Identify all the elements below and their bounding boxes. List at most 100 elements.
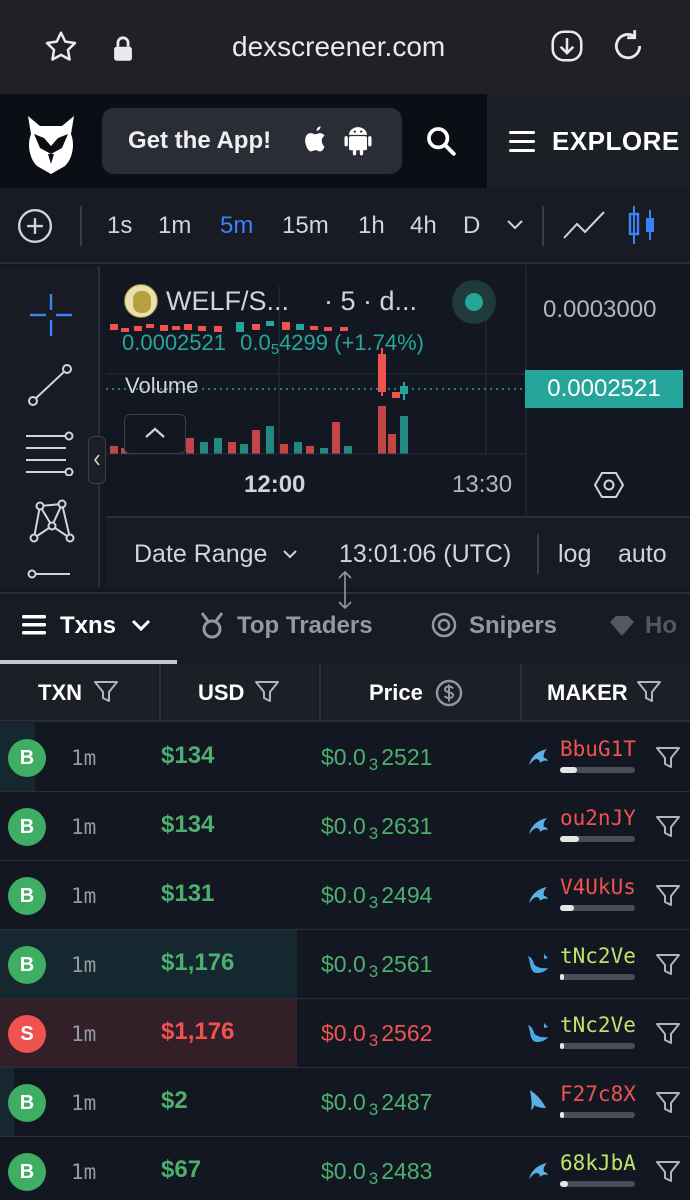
table-row[interactable]: S 1m $1,176 $0.0 3 2562 tNc2Ve (0, 999, 690, 1068)
dollar-circle-icon[interactable] (434, 678, 464, 708)
search-icon[interactable] (424, 124, 458, 158)
table-row[interactable]: B 1m $67 $0.0 3 2483 68kJbA (0, 1137, 690, 1200)
timeframe-15m[interactable]: 15m (282, 212, 329, 240)
maker-address[interactable]: F27c8X (560, 1082, 636, 1106)
reload-icon[interactable] (608, 26, 648, 66)
ohlc-readout: 0.0002521 0.054299 (+1.74%) (122, 330, 424, 358)
whale-icon (528, 954, 548, 973)
column-header-price[interactable]: Price (369, 680, 423, 706)
filter-icon[interactable] (254, 679, 280, 705)
filter-icon[interactable] (655, 1021, 681, 1047)
filter-icon[interactable] (655, 952, 681, 978)
line-chart-icon[interactable] (562, 208, 606, 242)
column-header-usd[interactable]: USD (198, 680, 244, 706)
maker-address[interactable]: tNc2Ve (560, 1013, 636, 1037)
pair-label[interactable]: WELF/S... (166, 286, 289, 317)
tab-holders[interactable]: Ho (645, 612, 677, 640)
tab-txns[interactable]: Txns (60, 612, 116, 640)
fib-icon[interactable] (24, 430, 76, 476)
tab-top-traders[interactable]: Top Traders (237, 612, 373, 640)
download-icon[interactable] (548, 27, 586, 65)
chevron-left-icon (93, 454, 100, 466)
txn-usd: $2 (161, 1087, 188, 1114)
timeframe-1s[interactable]: 1s (107, 212, 132, 240)
filter-icon[interactable] (655, 745, 681, 771)
chevron-down-icon[interactable] (282, 548, 298, 560)
android-icon[interactable] (342, 122, 374, 158)
filter-icon[interactable] (93, 679, 119, 705)
tab-snipers[interactable]: Snipers (469, 612, 557, 640)
dolphin-icon (529, 749, 548, 765)
table-row[interactable]: B 1m $134 $0.0 3 2521 BbuG1T (0, 723, 690, 792)
txn-age: 1m (71, 746, 97, 770)
collapse-volume-button[interactable] (124, 414, 186, 454)
txn-usd: $134 (161, 742, 215, 769)
maker-holdings-bar (560, 1112, 635, 1118)
buy-badge: B (8, 946, 46, 984)
live-indicator (452, 280, 496, 324)
txn-age: 1m (71, 953, 97, 977)
timeframe-1m[interactable]: 1m (158, 212, 191, 240)
divider (537, 534, 539, 574)
filter-icon[interactable] (655, 1090, 681, 1116)
crosshair-icon[interactable] (28, 292, 74, 338)
sell-badge: S (8, 1015, 46, 1053)
timeframe-d[interactable]: D (463, 212, 480, 240)
table-row[interactable]: B 1m $131 $0.0 3 2494 V4UkUs (0, 861, 690, 930)
interval-label: · 5 · d... (324, 286, 418, 316)
token-logo (124, 284, 158, 318)
log-toggle[interactable]: log (558, 540, 591, 569)
explore-button[interactable]: EXPLORE (487, 94, 690, 188)
time-axis-label: 12:00 (244, 471, 306, 498)
chevron-down-icon[interactable] (505, 217, 525, 233)
maker-address[interactable]: V4UkUs (560, 875, 636, 899)
shark-icon (530, 1090, 546, 1110)
txn-price: $0.0 3 2562 (321, 1020, 433, 1050)
star-icon[interactable] (42, 28, 80, 66)
maker-address[interactable]: 68kJbA (560, 1151, 636, 1175)
timeframe-1h[interactable]: 1h (358, 212, 385, 240)
trendline-icon[interactable] (26, 362, 74, 408)
table-row[interactable]: B 1m $2 $0.0 3 2487 F27c8X (0, 1068, 690, 1137)
time-axis-label: 13:30 (452, 471, 513, 498)
plus-circle-icon[interactable] (16, 207, 54, 245)
maker-address[interactable]: tNc2Ve (560, 944, 636, 968)
timeframe-5m[interactable]: 5m (220, 212, 253, 240)
filter-icon[interactable] (655, 814, 681, 840)
txn-age: 1m (71, 815, 97, 839)
date-range-button[interactable]: Date Range (134, 540, 267, 569)
auto-toggle[interactable]: auto (618, 540, 667, 569)
maker-holdings-bar (560, 836, 635, 842)
txn-price: $0.0 3 2561 (321, 951, 433, 981)
table-row[interactable]: B 1m $1,176 $0.0 3 2561 tNc2Ve (0, 930, 690, 999)
resize-handle-icon[interactable] (332, 570, 358, 610)
filter-icon[interactable] (655, 1159, 681, 1185)
collapse-toolbar-button[interactable] (88, 436, 106, 484)
tool-partial-icon[interactable] (26, 568, 72, 584)
buy-badge: B (8, 877, 46, 915)
buy-badge: B (8, 808, 46, 846)
owl-logo-icon[interactable] (24, 112, 78, 174)
pattern-icon[interactable] (26, 496, 76, 546)
maker-address[interactable]: ou2nJY (560, 806, 636, 830)
url-text[interactable]: dexscreener.com (232, 31, 445, 63)
divider (542, 206, 544, 246)
dolphin-icon (529, 1163, 548, 1179)
column-header-maker[interactable]: MAKER (547, 680, 628, 706)
maker-address[interactable]: BbuG1T (560, 737, 636, 761)
txn-usd: $67 (161, 1156, 202, 1183)
maker-holdings-bar (560, 767, 635, 773)
chevron-up-icon (145, 427, 165, 438)
filter-icon[interactable] (636, 679, 662, 705)
divider (80, 206, 82, 246)
apple-icon[interactable] (302, 124, 330, 156)
txn-price: $0.0 3 2521 (321, 744, 433, 774)
settings-hex-icon[interactable] (594, 470, 624, 500)
chevron-down-icon[interactable] (130, 617, 152, 633)
candlestick-icon[interactable] (626, 204, 658, 246)
filter-icon[interactable] (655, 883, 681, 909)
column-header-txn[interactable]: TXN (38, 680, 82, 706)
table-row[interactable]: B 1m $134 $0.0 3 2631 ou2nJY (0, 792, 690, 861)
timeframe-4h[interactable]: 4h (410, 212, 437, 240)
buy-badge: B (8, 1153, 46, 1191)
